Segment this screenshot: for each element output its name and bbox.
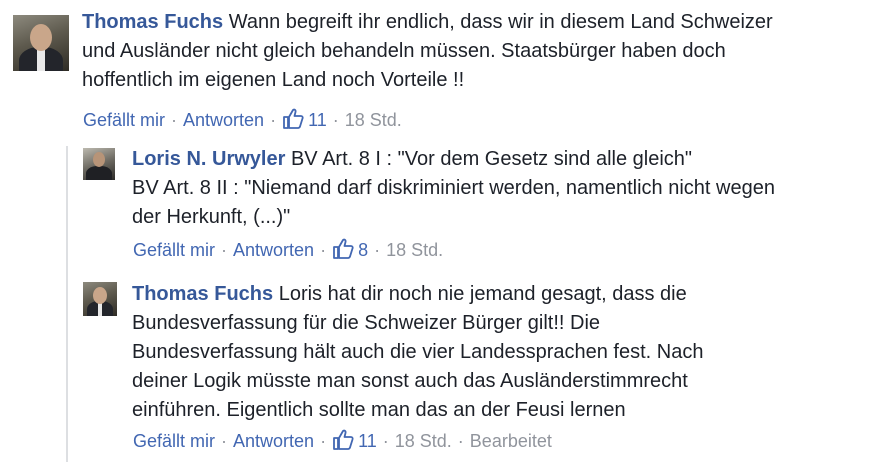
comment-text-line: Bundesverfassung hält auch die vier Land… bbox=[132, 341, 704, 363]
comment-text-line: und Ausländer nicht gleich behandeln müs… bbox=[82, 40, 726, 62]
thumbs-up-icon bbox=[282, 108, 304, 134]
avatar[interactable] bbox=[13, 15, 69, 71]
comment-actions: Gefällt mir · Antworten · 11 · 18 Std. bbox=[83, 108, 402, 134]
like-count: 11 bbox=[308, 110, 327, 130]
thumbs-up-icon bbox=[332, 238, 354, 264]
comment-text-line: BV Art. 8 I : "Vor dem Gesetz sind alle … bbox=[290, 148, 693, 170]
comment-text-line: der Herkunft, (...)" bbox=[132, 206, 291, 228]
timestamp[interactable]: 18 Std. bbox=[395, 431, 452, 451]
comment-text-line: BV Art. 8 II : "Niemand darf diskriminie… bbox=[132, 177, 775, 199]
comment-actions: Gefällt mir · Antworten · 8 · 18 Std. bbox=[133, 238, 443, 264]
like-button[interactable]: Gefällt mir bbox=[83, 110, 165, 130]
comment-actions: Gefällt mir · Antworten · 11 · 18 Std. · Bearbei… bbox=[133, 429, 552, 455]
comment-author[interactable]: Thomas Fuchs bbox=[82, 11, 223, 33]
comment-body: Thomas Fuchs Wann begreift ihr endlich, … bbox=[82, 8, 862, 95]
comment-text-line: hoffentlich im eigenen Land noch Vorteil… bbox=[82, 69, 465, 91]
avatar[interactable] bbox=[83, 282, 117, 316]
reply-thread-line bbox=[66, 146, 68, 462]
comment-text-line: einführen. Eigentlich sollte man das an … bbox=[132, 399, 626, 421]
like-button[interactable]: Gefällt mir bbox=[133, 240, 215, 260]
comment-text-line: Bundesverfassung für die Schweizer Bürge… bbox=[132, 312, 601, 334]
thumbs-up-icon bbox=[332, 429, 354, 455]
like-count-link[interactable]: 11 bbox=[282, 108, 327, 130]
edited-label[interactable]: Bearbeitet bbox=[470, 431, 552, 451]
like-count: 11 bbox=[358, 431, 377, 451]
comment-author[interactable]: Thomas Fuchs bbox=[132, 283, 273, 305]
comment-body: Thomas Fuchs Loris hat dir noch nie jema… bbox=[132, 280, 862, 425]
reply-button[interactable]: Antworten bbox=[233, 431, 314, 451]
timestamp[interactable]: 18 Std. bbox=[345, 110, 402, 130]
comment-thread: Thomas Fuchs Wann begreift ihr endlich, … bbox=[0, 0, 873, 462]
comment-body: Loris N. Urwyler BV Art. 8 I : "Vor dem … bbox=[132, 145, 862, 232]
comment-text-line: deiner Logik müsste man sonst auch das A… bbox=[132, 370, 688, 392]
reply-button[interactable]: Antworten bbox=[233, 240, 314, 260]
like-count-link[interactable]: 8 bbox=[332, 238, 369, 260]
timestamp[interactable]: 18 Std. bbox=[386, 240, 443, 260]
like-count: 8 bbox=[358, 240, 369, 260]
avatar[interactable] bbox=[83, 148, 115, 180]
comment-text-line: Loris hat dir noch nie jemand gesagt, da… bbox=[278, 283, 687, 305]
comment-text-line: Wann begreift ihr endlich, dass wir in d… bbox=[228, 11, 773, 33]
like-count-link[interactable]: 11 bbox=[332, 429, 377, 451]
like-button[interactable]: Gefällt mir bbox=[133, 431, 215, 451]
comment-author[interactable]: Loris N. Urwyler bbox=[132, 148, 285, 170]
reply-button[interactable]: Antworten bbox=[183, 110, 264, 130]
